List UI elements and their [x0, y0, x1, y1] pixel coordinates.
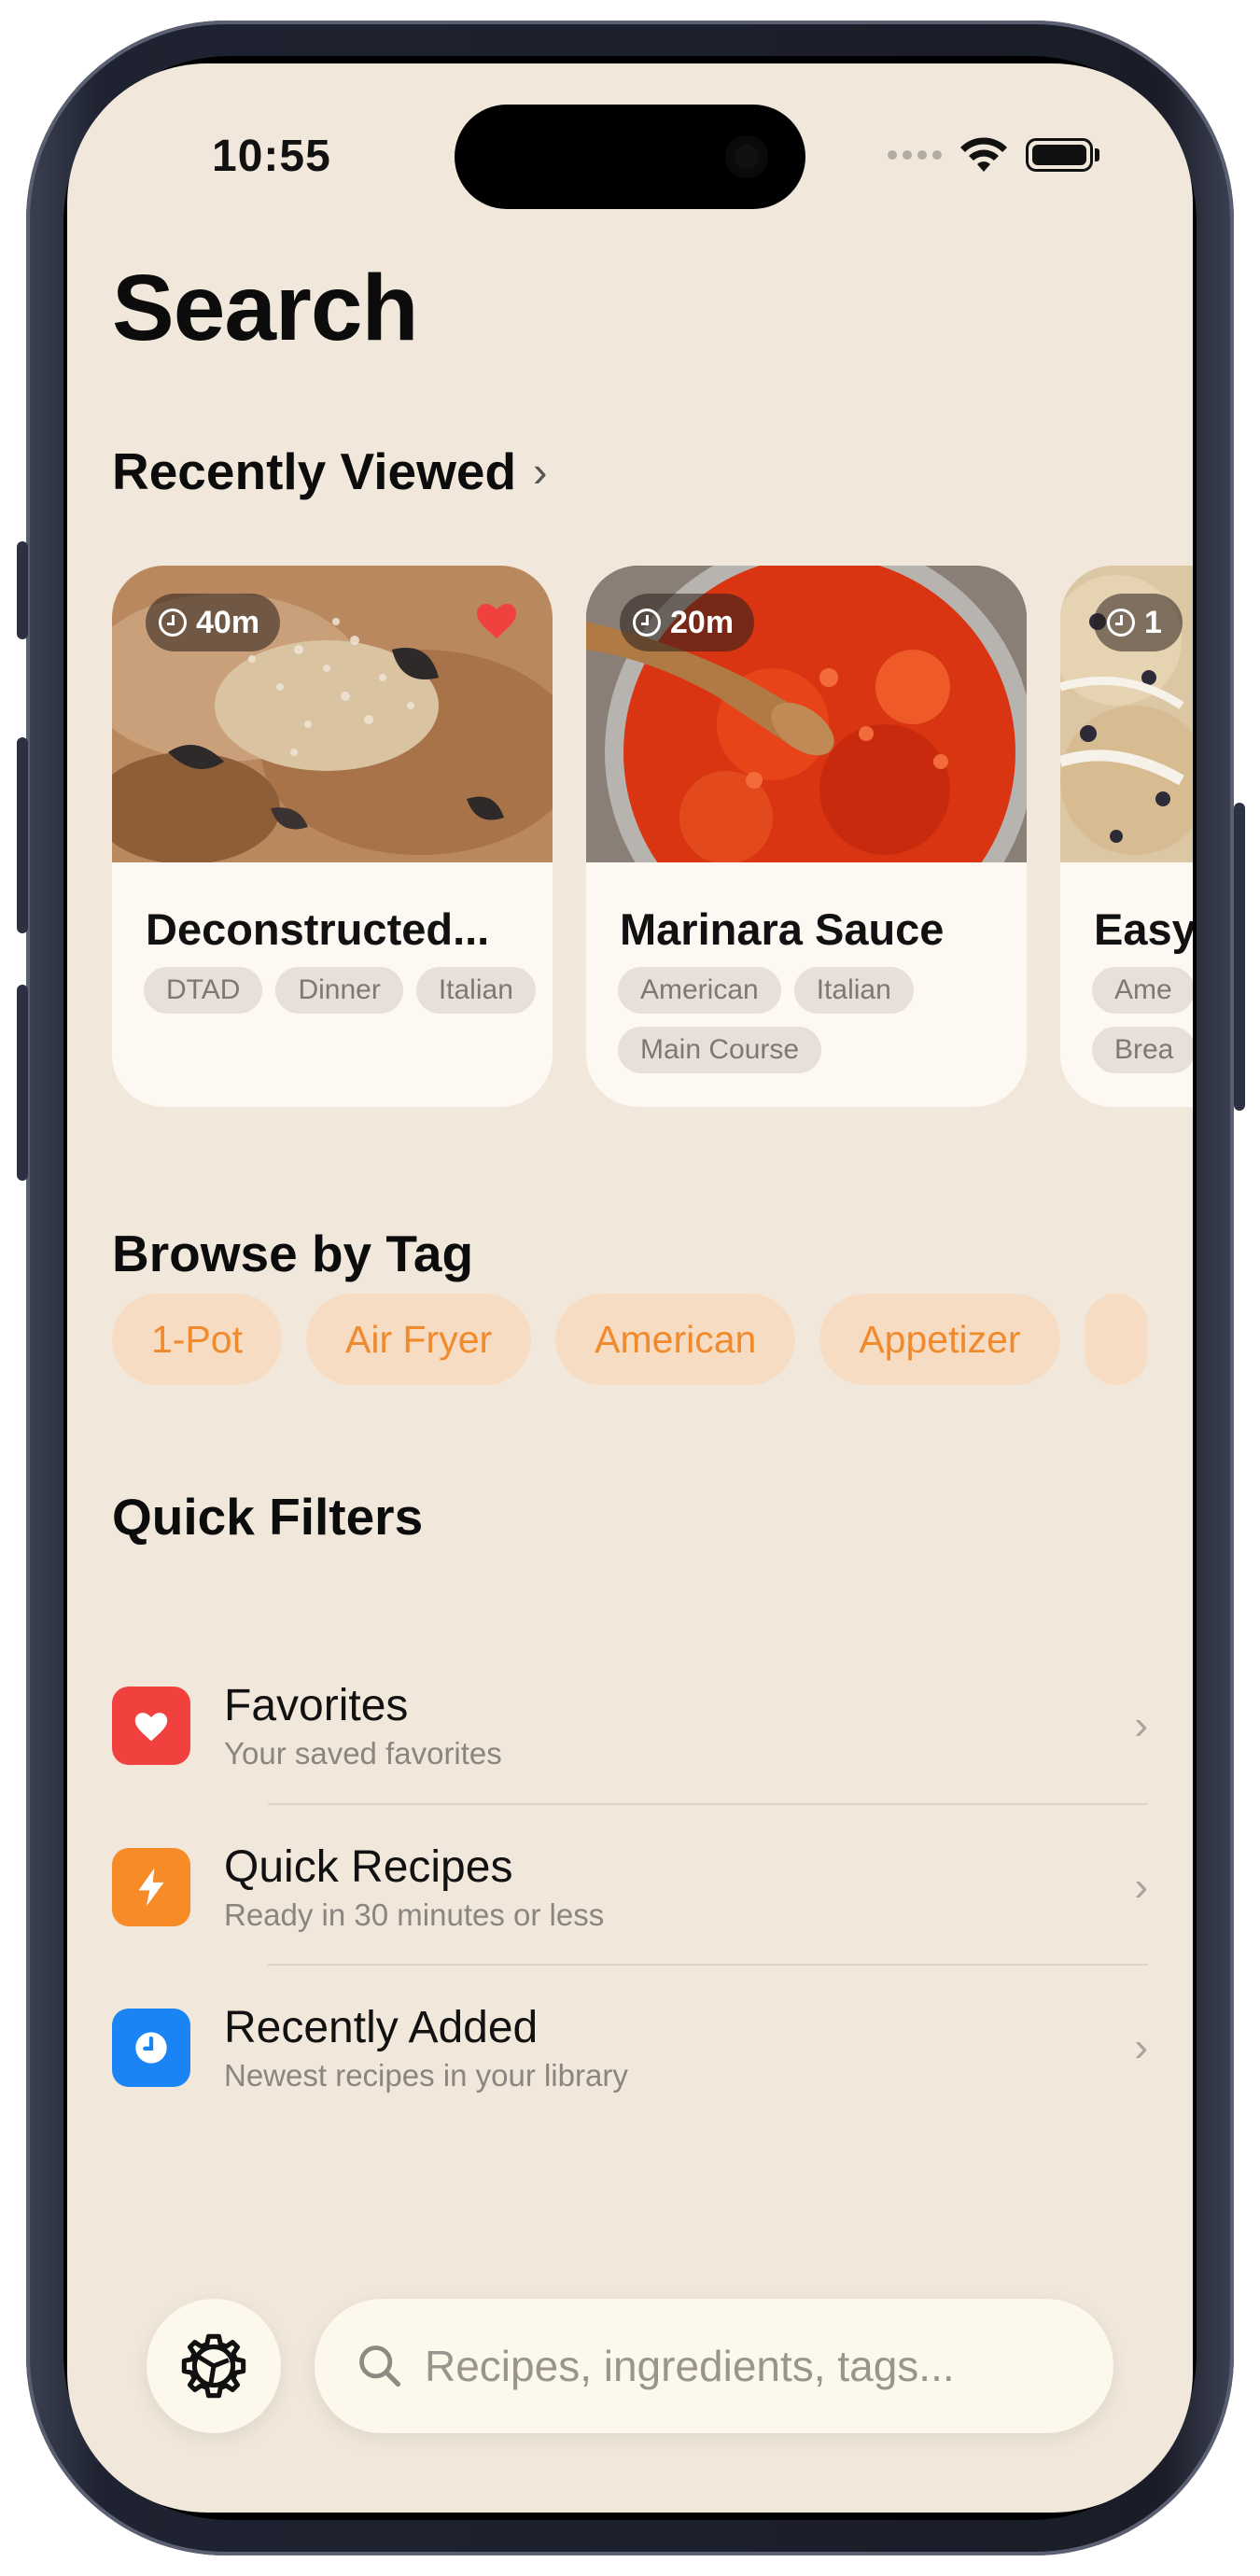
- chevron-right-icon: ›: [533, 447, 548, 496]
- recipe-tag: Dinner: [275, 967, 403, 1014]
- divider: [268, 1964, 1148, 1966]
- recipe-image: 20m: [586, 566, 1027, 862]
- app-screen: 10:55 Search Recently Viewed › 40m Decon…: [67, 63, 1193, 2513]
- recipe-card[interactable]: 40m Deconstructed... DTAD Dinner Italian: [112, 566, 553, 1107]
- recently-viewed-heading: Recently Viewed: [112, 442, 517, 500]
- recipe-tags: American Italian Main Course: [618, 967, 1010, 1073]
- cook-time: 40m: [196, 604, 260, 640]
- status-time: 10:55: [212, 132, 331, 181]
- recipe-card[interactable]: 20m Marinara Sauce American Italian Main…: [586, 566, 1027, 1107]
- quick-filter-title: Quick Recipes: [224, 1842, 513, 1893]
- quick-filter-title: Favorites: [224, 1681, 409, 1731]
- cook-time-badge: 1: [1094, 594, 1183, 651]
- divider: [268, 1803, 1148, 1805]
- quick-filter-quick-recipes[interactable]: Quick Recipes Ready in 30 minutes or les…: [112, 1809, 1148, 1966]
- recipe-title: Marinara Sauce: [620, 904, 945, 954]
- recipe-tags: DTAD Dinner Italian: [144, 967, 536, 1014]
- recipe-title: Deconstructed...: [146, 904, 490, 954]
- quick-filters-heading: Quick Filters: [112, 1488, 424, 1546]
- recipe-tag: Ame: [1092, 967, 1193, 1014]
- page-title: Search: [112, 256, 419, 360]
- bolt-icon: [112, 1848, 190, 1926]
- search-placeholder: Recipes, ingredients, tags...: [425, 2342, 955, 2390]
- quick-filter-recently-added[interactable]: Recently Added Newest recipes in your li…: [112, 1969, 1148, 2126]
- settings-button[interactable]: [147, 2299, 281, 2433]
- tag-chip-row[interactable]: 1-Pot Air Fryer American Appetizer: [112, 1294, 1148, 1385]
- cook-time: 20m: [670, 604, 735, 640]
- tag-chip[interactable]: Air Fryer: [306, 1294, 532, 1385]
- clock-icon: [1107, 609, 1135, 637]
- recipe-title: Easy: [1094, 904, 1193, 954]
- tag-chip[interactable]: 1-Pot: [112, 1294, 282, 1385]
- browse-by-tag-heading: Browse by Tag: [112, 1225, 474, 1282]
- quick-filter-subtitle: Ready in 30 minutes or less: [224, 1897, 605, 1932]
- recipe-tag: Main Course: [618, 1027, 822, 1073]
- chevron-right-icon: ›: [1134, 1702, 1148, 1748]
- tag-chip[interactable]: [1084, 1294, 1148, 1385]
- clock-icon: [159, 609, 187, 637]
- heart-icon: [112, 1687, 190, 1765]
- recipe-card[interactable]: 1 Easy Ame Brea: [1060, 566, 1193, 1107]
- gear-icon: [181, 2333, 246, 2399]
- recipe-tag: Italian: [415, 967, 536, 1014]
- cook-time-badge: 40m: [146, 594, 281, 651]
- dynamic-island: [455, 105, 805, 209]
- cook-time-badge: 20m: [620, 594, 755, 651]
- volume-down-button: [17, 985, 28, 1181]
- power-button: [1234, 803, 1245, 1111]
- quick-filter-subtitle: Your saved favorites: [224, 1735, 502, 1771]
- recipe-tags: Ame Brea: [1092, 967, 1193, 1073]
- clock-icon: [633, 609, 661, 637]
- wifi-icon: [960, 137, 1007, 172]
- recipe-tag: Brea: [1092, 1027, 1193, 1073]
- recipe-tag: DTAD: [144, 967, 263, 1014]
- recipe-image: 40m: [112, 566, 553, 862]
- quick-filter-title: Recently Added: [224, 2003, 539, 2053]
- quick-filter-favorites[interactable]: Favorites Your saved favorites ›: [112, 1647, 1148, 1804]
- action-button: [17, 541, 28, 639]
- recently-viewed-carousel[interactable]: 40m Deconstructed... DTAD Dinner Italian: [112, 566, 1193, 1107]
- quick-filter-subtitle: Newest recipes in your library: [224, 2057, 628, 2093]
- chevron-right-icon: ›: [1134, 1864, 1148, 1910]
- chevron-right-icon: ›: [1134, 2024, 1148, 2070]
- cook-time: 1: [1144, 604, 1162, 640]
- search-input[interactable]: Recipes, ingredients, tags...: [315, 2299, 1113, 2433]
- search-icon: [359, 2345, 401, 2387]
- cellular-signal-icon: [888, 150, 942, 160]
- tag-chip[interactable]: American: [555, 1294, 796, 1385]
- recently-viewed-header[interactable]: Recently Viewed ›: [112, 441, 547, 501]
- status-icons: [888, 136, 1099, 174]
- recipe-tag: American: [618, 967, 781, 1014]
- favorite-heart-icon[interactable]: [474, 599, 519, 640]
- recipe-tag: Italian: [793, 967, 914, 1014]
- tag-chip[interactable]: Appetizer: [819, 1294, 1060, 1385]
- recipe-image: 1: [1060, 566, 1193, 862]
- volume-up-button: [17, 737, 28, 933]
- clock-icon: [112, 2009, 190, 2087]
- battery-icon: [1026, 138, 1099, 172]
